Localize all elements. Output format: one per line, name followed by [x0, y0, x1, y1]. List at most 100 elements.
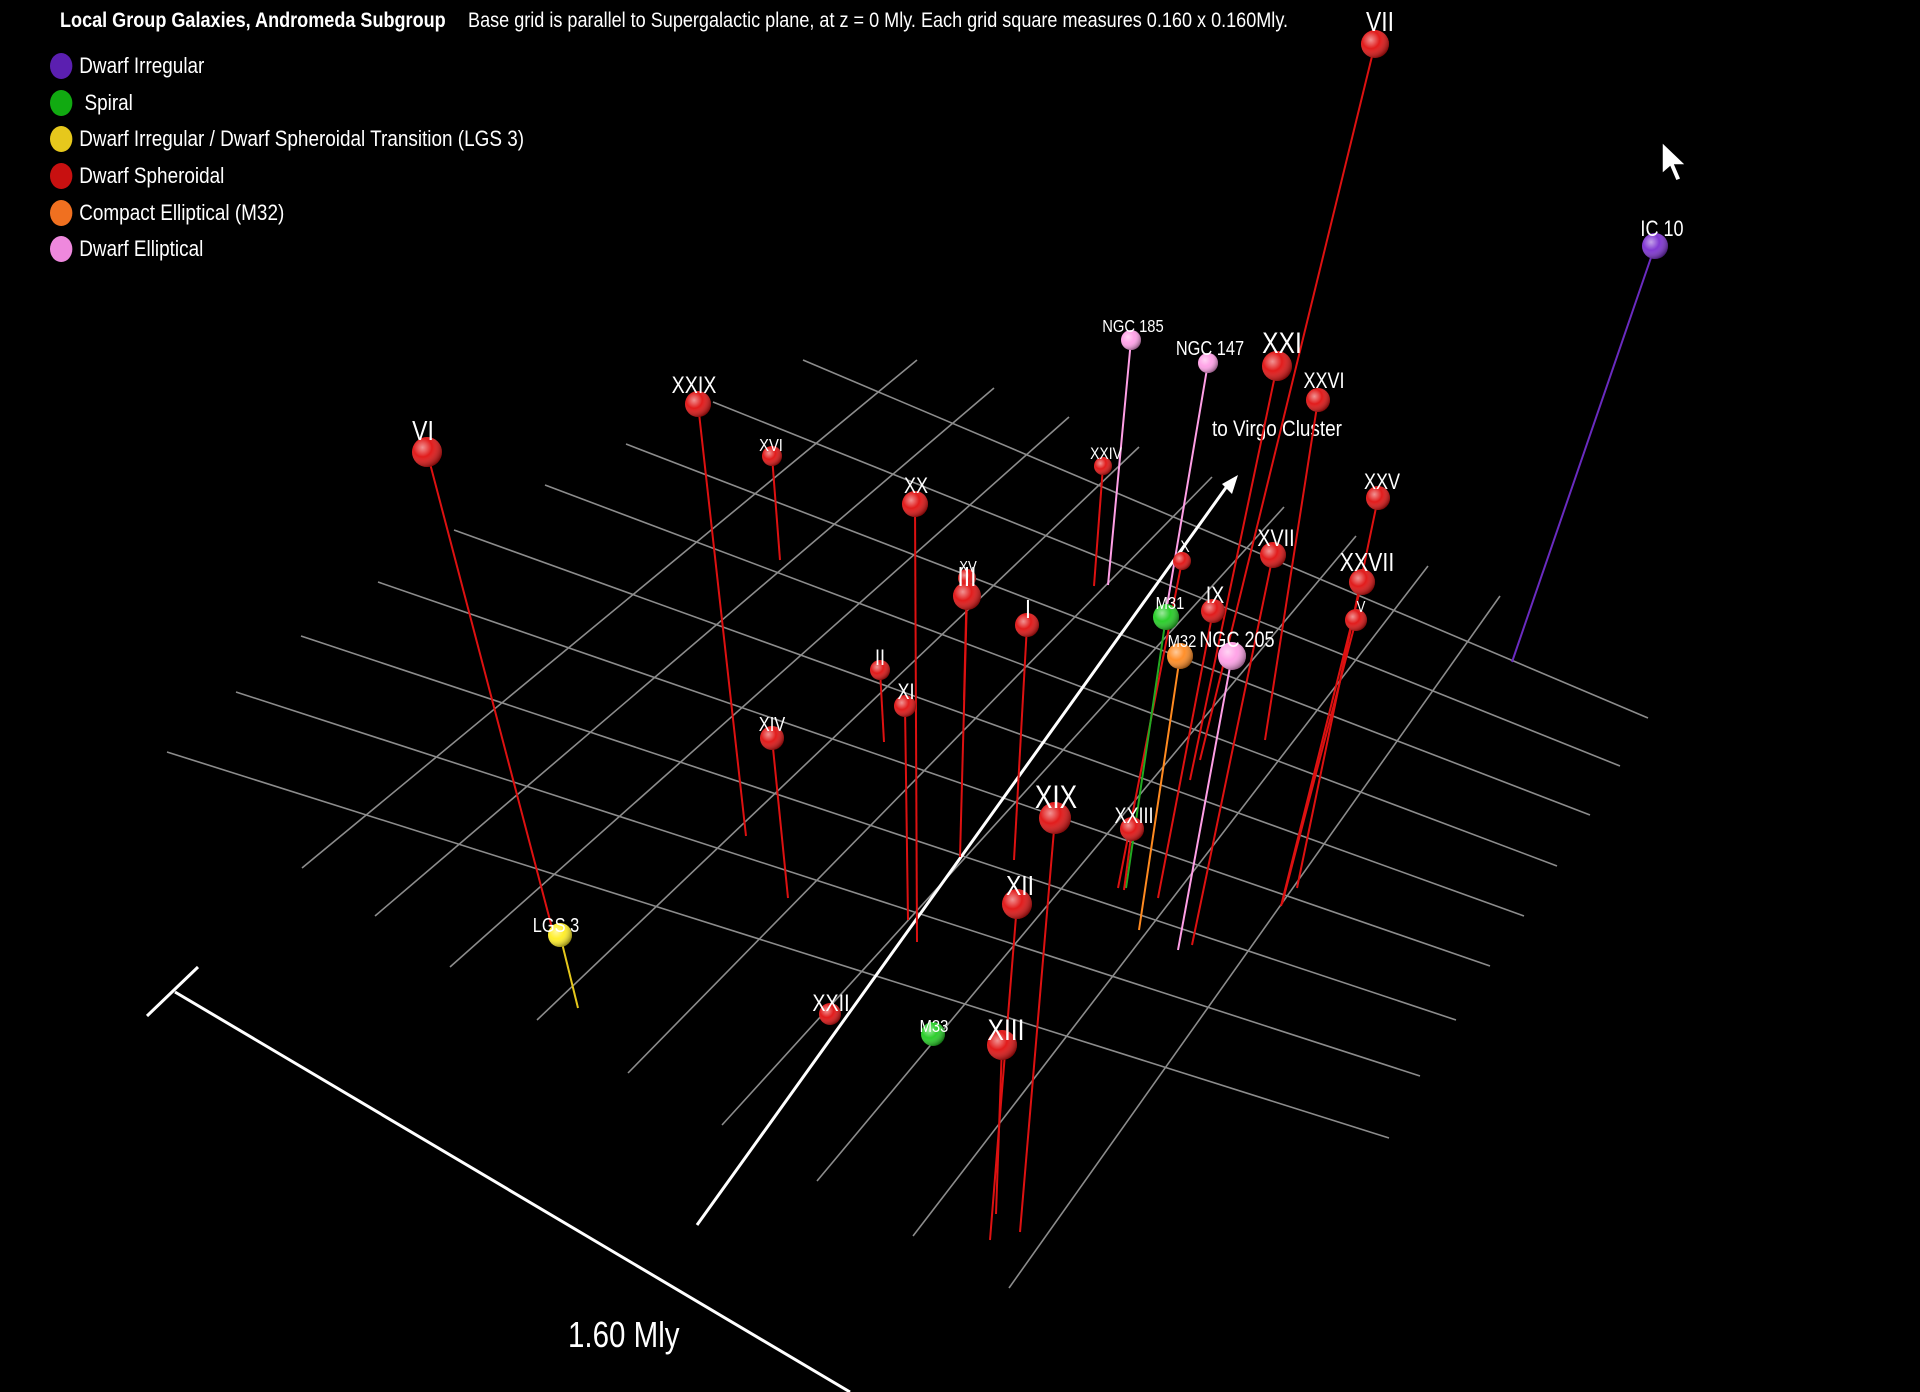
galaxy-label: NGC 185: [1102, 317, 1163, 337]
galaxy-xvii[interactable]: XVII: [1257, 524, 1295, 568]
galaxy-label: XXVI: [1303, 369, 1344, 393]
legend-swatch: [50, 163, 73, 190]
galaxy-iii[interactable]: III: [953, 562, 981, 610]
grid-line: [712, 401, 1621, 767]
scale-label: 1.60 Mly: [568, 1314, 680, 1354]
legend-label: Dwarf Spheroidal: [79, 163, 225, 189]
galaxy-ix[interactable]: IX: [1201, 581, 1225, 623]
galaxy-ngc-205[interactable]: NGC 205: [1199, 628, 1275, 670]
legend-label: Dwarf Irregular: [79, 53, 205, 79]
galaxy-xxiii[interactable]: XXIII: [1114, 804, 1154, 841]
galaxy-lgs-3[interactable]: LGS 3: [533, 913, 579, 947]
galaxy-xxv[interactable]: XXV: [1364, 470, 1401, 510]
galaxy-label: XXVII: [1340, 548, 1394, 578]
galaxy-label: IC 10: [1640, 217, 1683, 241]
galaxy-label: XVII: [1257, 524, 1294, 551]
grid-line: [912, 565, 1429, 1237]
galaxy-xix[interactable]: XIX: [1035, 781, 1077, 834]
grid-line: [449, 416, 1070, 968]
galaxy-label: M32: [1168, 632, 1197, 652]
legend-label: Spiral: [79, 89, 133, 115]
grid-line: [300, 635, 1457, 1021]
grid-line: [816, 535, 1357, 1182]
legend-item-dwarf-irregular: Dwarf Irregular: [50, 48, 524, 85]
galaxy-xiii[interactable]: XIII: [987, 1013, 1024, 1060]
legend-swatch: [50, 236, 73, 263]
grid-line: [625, 443, 1591, 816]
galaxy-m33[interactable]: M33: [920, 1017, 949, 1046]
galaxy-ii[interactable]: II: [870, 646, 890, 680]
header-bar: Local Group Galaxies, Andromeda Subgroup…: [60, 6, 1288, 36]
galaxy-ic-10[interactable]: IC 10: [1640, 217, 1684, 259]
galaxy-xvi[interactable]: XVI: [759, 436, 783, 466]
stem-xii: [989, 903, 1018, 1241]
scale-bar: [145, 965, 851, 1392]
galaxy-label: XIV: [759, 712, 786, 735]
legend-label: Compact Elliptical (M32): [79, 199, 285, 225]
stem-xvi: [771, 455, 781, 561]
galaxy-v[interactable]: V: [1345, 599, 1367, 631]
galaxy-m32[interactable]: M32: [1167, 632, 1196, 669]
galaxy-label: I: [1025, 595, 1031, 625]
galaxy-xii[interactable]: XII: [1002, 871, 1034, 919]
galaxy-ngc-185[interactable]: NGC 185: [1102, 317, 1164, 350]
galaxy-ngc-147[interactable]: NGC 147: [1176, 336, 1244, 373]
grid-line: [377, 581, 1491, 967]
galaxy-label: VI: [412, 416, 434, 447]
legend: Dwarf Irregular Spiral Dwarf Irregular /…: [50, 48, 601, 268]
legend-item-spiral: Spiral: [50, 85, 524, 122]
galaxy-label: VII: [1366, 7, 1394, 38]
galaxy-m31[interactable]: M31: [1153, 594, 1184, 630]
galaxy-label: XVI: [759, 436, 783, 456]
grid-line: [1008, 595, 1501, 1289]
legend-swatch: [50, 89, 73, 116]
legend-label: Dwarf Irregular / Dwarf Spheroidal Trans…: [79, 126, 525, 152]
galaxy-xxvi[interactable]: XXVI: [1303, 369, 1345, 412]
galaxy-xxix[interactable]: XXIX: [672, 371, 717, 417]
galaxy-xiv[interactable]: XIV: [759, 712, 786, 750]
galaxy-xxvii[interactable]: XXVII: [1340, 548, 1394, 595]
legend-item-dwarf-spheroidal: Dwarf Spheroidal: [50, 158, 524, 195]
galaxy-xi[interactable]: XI: [894, 680, 916, 717]
galaxy-label: M31: [1156, 594, 1185, 614]
galaxy-label: NGC 147: [1176, 336, 1244, 359]
legend-swatch: [50, 53, 73, 80]
grid-line: [301, 359, 918, 869]
galaxy-label: X: [1180, 538, 1190, 557]
galaxy-label: XIII: [988, 1013, 1025, 1047]
galaxy-label: IX: [1206, 581, 1225, 608]
galaxy-vi[interactable]: VI: [412, 416, 442, 467]
galaxy-label: XIX: [1035, 781, 1077, 816]
galaxy-label: XII: [1006, 871, 1034, 902]
stem-ii: [879, 669, 885, 743]
galaxy-label: XX: [904, 474, 928, 498]
stem-xiv: [771, 737, 789, 899]
legend-item-dwarf-elliptical: Dwarf Elliptical: [50, 231, 524, 268]
galaxy-label: II: [875, 646, 885, 670]
galaxy-label: XXIX: [672, 371, 717, 398]
mouse-cursor-icon: [1661, 140, 1688, 182]
galaxy-label: III: [957, 562, 976, 593]
galaxy-xxiv[interactable]: XXIV: [1090, 445, 1122, 475]
legend-item-transition: Dwarf Irregular / Dwarf Spheroidal Trans…: [50, 121, 524, 158]
legend-item-compact-elliptical: Compact Elliptical (M32): [50, 194, 524, 231]
galaxy-xx[interactable]: XX: [902, 474, 928, 517]
galaxy-label: V: [1357, 599, 1366, 616]
galaxy-stems: [426, 43, 1656, 1241]
stem-i: [1013, 624, 1028, 861]
stem-iii: [959, 595, 968, 858]
galaxy-label: M33: [920, 1017, 949, 1037]
virgo-direction-label: to Virgo Cluster: [1212, 417, 1342, 442]
stem-ngc-205: [1177, 655, 1233, 951]
galaxy-label: LGS 3: [533, 913, 579, 936]
galaxy-vii[interactable]: VII: [1361, 7, 1394, 58]
stem-xiii: [995, 1044, 1003, 1215]
page-subtitle: Base grid is parallel to Supergalactic p…: [468, 9, 1289, 32]
galaxy-label: XXI: [1262, 326, 1302, 360]
grid-line: [166, 751, 1390, 1139]
galaxy-xxi[interactable]: XXI: [1262, 326, 1302, 381]
legend-swatch: [50, 126, 73, 153]
page-title: Local Group Galaxies, Andromeda Subgroup: [60, 9, 446, 32]
galaxy-label: XXIII: [1114, 804, 1153, 828]
legend-swatch: [50, 199, 73, 226]
